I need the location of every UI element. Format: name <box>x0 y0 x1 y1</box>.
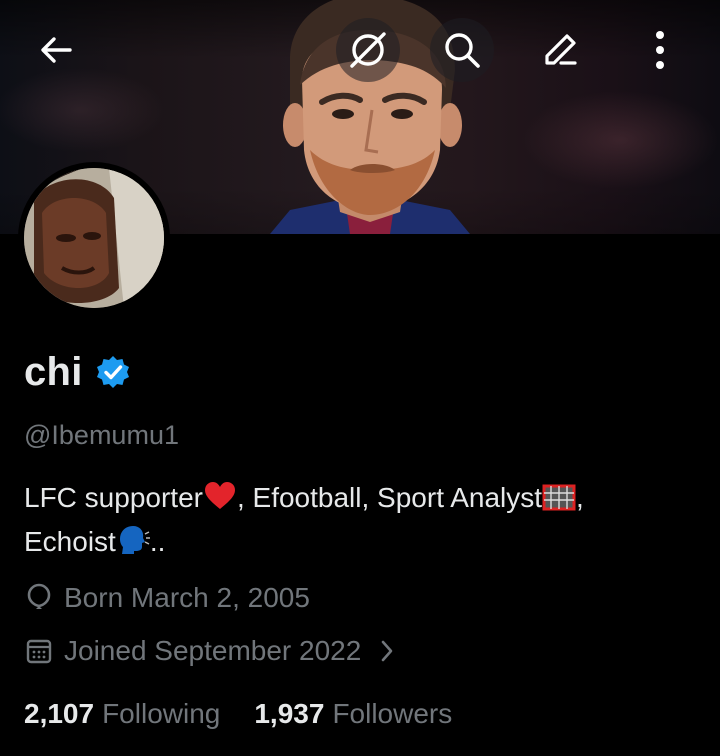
bio-text: , <box>576 482 584 513</box>
more-options-button[interactable] <box>628 18 692 82</box>
profile-bio: LFC supporter , Efootball, Sport Analyst,… <box>24 478 684 566</box>
profile-top-bar <box>0 0 720 100</box>
joined-date-text: Joined September 2022 <box>64 635 362 666</box>
follow-stats: 2,107 Following 1,937 Followers <box>24 698 486 730</box>
followers-link[interactable]: 1,937 Followers <box>254 698 452 730</box>
edit-profile-button[interactable] <box>528 18 592 82</box>
avatar-border <box>18 162 170 314</box>
profile-page: chi @Ibemumu1 LFC supporter , Efootball, … <box>0 0 720 756</box>
grok-button[interactable] <box>336 18 400 82</box>
chevron-right-icon[interactable] <box>379 639 395 663</box>
name-row: chi <box>24 346 131 398</box>
avatar-image <box>24 168 164 308</box>
calendar-icon <box>24 636 54 666</box>
red-heart-emoji <box>203 481 237 522</box>
bio-text: .. <box>149 526 166 557</box>
username-handle: @Ibemumu1 <box>24 420 179 450</box>
edit-icon <box>545 34 577 65</box>
bio-text: Echoist <box>24 526 116 557</box>
joined-date-row[interactable]: Joined September 2022 <box>24 635 395 667</box>
following-link[interactable]: 2,107 Following <box>24 698 220 730</box>
birth-date-row: Born March 2, 2005 <box>24 582 310 614</box>
following-label: Following <box>102 698 221 729</box>
search-button[interactable] <box>430 18 494 82</box>
back-button[interactable] <box>24 18 88 82</box>
grok-icon <box>350 32 386 68</box>
birth-date-text: Born March 2, 2005 <box>64 582 310 613</box>
verified-badge-icon[interactable] <box>95 354 131 390</box>
bio-text: LFC supporter <box>24 482 203 513</box>
balloon-icon <box>24 583 54 613</box>
following-count: 2,107 <box>24 698 95 729</box>
followers-count: 1,937 <box>254 698 325 729</box>
bio-text: , Efootball, Sport Analyst <box>236 482 543 513</box>
back-arrow-icon <box>41 37 72 63</box>
speaking-head-emoji <box>116 525 150 566</box>
avatar[interactable] <box>24 168 164 308</box>
search-icon <box>445 33 480 68</box>
more-vertical-icon <box>656 31 664 69</box>
display-name: chi <box>24 349 83 394</box>
goal-net-emoji <box>542 482 576 522</box>
followers-label: Followers <box>332 698 453 729</box>
